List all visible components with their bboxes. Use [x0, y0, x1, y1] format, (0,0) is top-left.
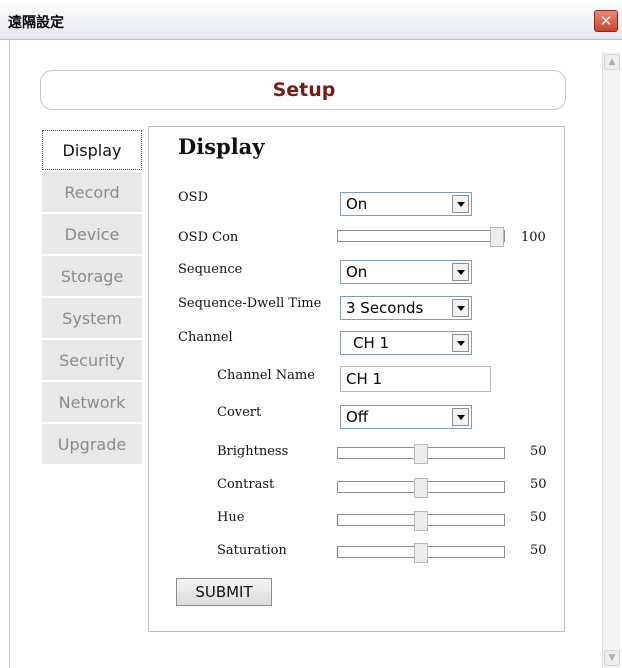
contrast-label: Contrast	[217, 477, 275, 492]
osd-select-value: On	[346, 195, 368, 213]
submit-button[interactable]: SUBMIT	[176, 578, 272, 606]
osd-con-label: OSD Con	[178, 230, 239, 245]
hue-slider-thumb[interactable]	[414, 511, 428, 531]
channel-select[interactable]: CH 1	[340, 331, 472, 355]
channel-select-value: CH 1	[353, 334, 390, 352]
saturation-slider-thumb[interactable]	[414, 543, 428, 563]
sequence-label: Sequence	[178, 262, 243, 277]
saturation-value: 50	[530, 543, 547, 558]
channel-label: Channel	[178, 330, 233, 345]
sidebar-item-security[interactable]: Security	[42, 340, 142, 380]
sidebar-item-upgrade[interactable]: Upgrade	[42, 424, 142, 464]
contrast-slider[interactable]	[337, 478, 505, 498]
sidebar-item-storage[interactable]: Storage	[42, 256, 142, 296]
chevron-down-icon[interactable]	[452, 334, 469, 352]
sequence-dwell-select-value: 3 Seconds	[346, 299, 424, 317]
chevron-down-icon[interactable]	[452, 408, 469, 426]
window-title: 遠隔設定	[8, 15, 64, 31]
sidebar-item-system[interactable]: System	[42, 298, 142, 338]
page-title: Display	[178, 134, 265, 159]
osd-label: OSD	[178, 190, 208, 205]
setup-title: Setup	[272, 79, 336, 101]
brightness-label: Brightness	[217, 444, 289, 459]
hue-value: 50	[530, 510, 547, 525]
osd-con-value: 100	[521, 230, 546, 245]
channel-name-label: Channel Name	[217, 368, 315, 383]
scroll-up-arrow-icon[interactable]: ▲	[604, 54, 620, 70]
brightness-value: 50	[530, 444, 547, 459]
contrast-slider-thumb[interactable]	[414, 478, 428, 498]
sequence-dwell-label: Sequence-Dwell Time	[178, 296, 322, 311]
hue-label: Hue	[217, 510, 245, 525]
setup-header: Setup	[40, 70, 566, 110]
scroll-down-arrow-icon[interactable]: ▼	[604, 650, 620, 666]
hue-slider[interactable]	[337, 511, 505, 531]
osd-con-slider-thumb[interactable]	[490, 227, 504, 247]
remote-settings-window: 遠隔設定 ✕ ▲ ▼ Setup Display Record Device S…	[0, 0, 622, 668]
saturation-slider[interactable]	[337, 543, 505, 563]
title-bar: 遠隔設定 ✕	[0, 0, 622, 40]
vertical-scrollbar[interactable]: ▲ ▼	[602, 52, 620, 668]
sequence-dwell-select[interactable]: 3 Seconds	[340, 296, 472, 320]
sidebar-item-display[interactable]: Display	[42, 130, 142, 170]
brightness-slider[interactable]	[337, 444, 505, 464]
sidebar-item-device[interactable]: Device	[42, 214, 142, 254]
osd-select[interactable]: On	[340, 192, 472, 216]
sidebar-item-network[interactable]: Network	[42, 382, 142, 422]
chevron-down-icon[interactable]	[452, 299, 469, 317]
frame-left-border	[0, 40, 10, 668]
osd-con-slider[interactable]	[337, 227, 505, 247]
saturation-label: Saturation	[217, 543, 287, 558]
sidebar-item-record[interactable]: Record	[42, 172, 142, 212]
sequence-select[interactable]: On	[340, 260, 472, 284]
covert-select[interactable]: Off	[340, 405, 472, 429]
covert-select-value: Off	[346, 408, 369, 426]
covert-label: Covert	[217, 405, 262, 420]
chevron-down-icon[interactable]	[452, 263, 469, 281]
contrast-value: 50	[530, 477, 547, 492]
close-icon[interactable]: ✕	[594, 10, 618, 32]
channel-name-input[interactable]	[340, 366, 491, 392]
sequence-select-value: On	[346, 263, 368, 281]
chevron-down-icon[interactable]	[452, 195, 469, 213]
brightness-slider-thumb[interactable]	[414, 444, 428, 464]
settings-sidebar: Display Record Device Storage System Sec…	[42, 130, 142, 466]
